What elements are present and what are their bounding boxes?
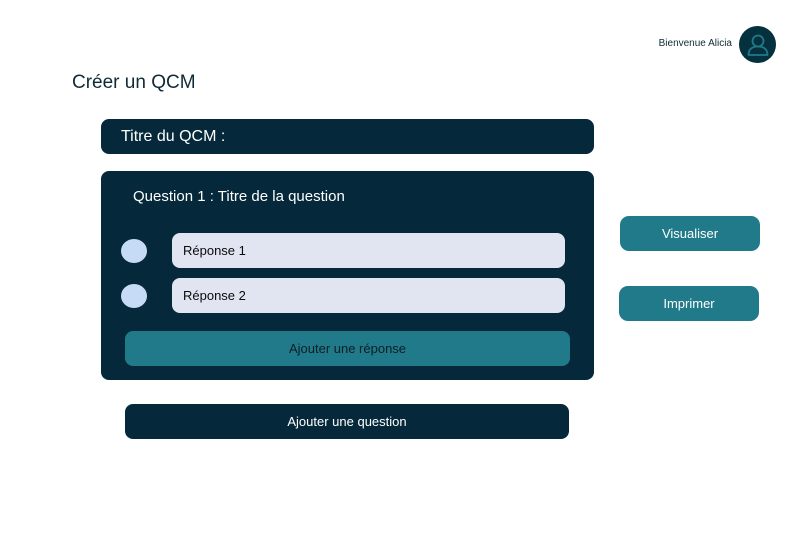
user-icon [747,34,768,56]
answer-2-radio[interactable] [121,284,147,308]
answer-1-label: Réponse 1 [183,243,246,258]
qcm-title-label: Titre du QCM : [121,127,226,145]
answer-1-input[interactable]: Réponse 1 [172,233,565,268]
add-question-label: Ajouter une question [287,414,407,429]
qcm-title-field[interactable]: Titre du QCM : [101,119,594,154]
preview-button[interactable]: Visualiser [620,216,760,251]
answer-1-radio[interactable] [121,239,147,263]
print-button[interactable]: Imprimer [619,286,759,321]
print-label: Imprimer [663,296,715,311]
user-avatar[interactable] [739,26,776,63]
add-question-button[interactable]: Ajouter une question [125,404,569,439]
question-title[interactable]: Question 1 : Titre de la question [133,188,345,205]
answer-2-input[interactable]: Réponse 2 [172,278,565,313]
preview-label: Visualiser [661,226,719,241]
add-answer-label: Ajouter une réponse [288,341,407,356]
welcome-text: Bienvenue Alicia [658,38,732,49]
question-card: Question 1 : Titre de la question Répons… [101,171,594,380]
answer-2-label: Réponse 2 [183,288,246,303]
add-answer-button[interactable]: Ajouter une réponse [125,331,570,366]
page-title: Créer un QCM [72,72,196,93]
